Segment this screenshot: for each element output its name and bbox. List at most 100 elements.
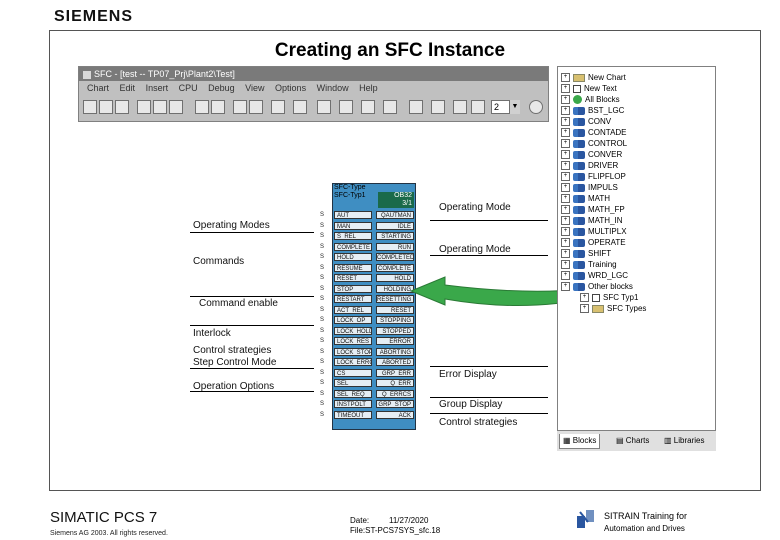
block-output-pin[interactable]: ERROR [376, 337, 414, 345]
arrow-right-icon[interactable] [249, 100, 263, 114]
tree-item[interactable]: + OPERATE [561, 237, 626, 248]
tree-item[interactable]: + BST_LGC [561, 105, 624, 116]
expand-icon[interactable]: + [561, 161, 570, 171]
expand-icon[interactable]: + [561, 194, 570, 204]
expand-icon[interactable]: + [561, 238, 570, 248]
block-input-pin[interactable]: INSTPOLT [334, 400, 372, 408]
block-input-pin[interactable]: LOCK_RES [334, 337, 372, 345]
tab-charts[interactable]: ▤ Charts [613, 434, 652, 448]
cut-icon[interactable] [137, 100, 151, 114]
tree-item[interactable]: + CONTROL [561, 138, 627, 149]
expand-icon[interactable]: + [561, 205, 570, 215]
block-output-pin[interactable]: Q_ERRCS [376, 389, 414, 398]
tree-item[interactable]: + WRD_LGC [561, 270, 628, 281]
menu-edit[interactable]: Edit [120, 83, 136, 93]
block-output-pin[interactable]: Q_ERR [376, 379, 414, 387]
settings-icon[interactable] [361, 100, 375, 114]
monitor-icon[interactable] [317, 100, 331, 114]
block-input-pin[interactable]: HOLD [334, 253, 372, 261]
open-icon[interactable] [99, 100, 113, 114]
block-input-pin[interactable]: COMPLETE [334, 242, 372, 251]
block-input-pin[interactable]: RESET [334, 274, 372, 282]
block-input-pin[interactable]: RESTART [334, 295, 372, 303]
block-input-pin[interactable]: LOCK_OP [334, 316, 372, 324]
grid-icon[interactable] [453, 100, 467, 114]
block-output-pin[interactable]: ACK [376, 410, 414, 419]
menu-chart[interactable]: Chart [87, 83, 109, 93]
overview-icon[interactable] [431, 100, 445, 114]
block-output-pin[interactable]: ABORTING [376, 347, 414, 356]
chevron-down-icon[interactable]: ▼ [509, 100, 520, 114]
tree-item[interactable]: + Other blocks [561, 281, 633, 292]
tree-item[interactable]: + CONVER [561, 149, 622, 160]
table-icon[interactable] [471, 100, 485, 114]
tree-item[interactable]: + IMPULS [561, 182, 618, 193]
tab-blocks[interactable]: ▦ Blocks [559, 434, 601, 449]
insert-icon[interactable] [233, 100, 247, 114]
expand-icon[interactable]: + [561, 128, 570, 138]
zoom-icon[interactable] [529, 100, 543, 114]
tree-item[interactable]: + MATH_IN [561, 215, 623, 226]
block-input-pin[interactable]: CS [334, 368, 372, 377]
block-output-pin[interactable]: GRP_STOP [376, 400, 414, 408]
expand-icon[interactable]: + [580, 293, 589, 303]
block-output-pin[interactable]: GRP_ERR [376, 368, 414, 377]
tree-item[interactable]: + New Text [561, 83, 617, 94]
block-output-pin[interactable]: QAUTMAN [376, 211, 414, 219]
block-input-pin[interactable]: ACT_REL [334, 305, 372, 314]
tree-item[interactable]: + CONTADE [561, 127, 627, 138]
expand-icon[interactable]: + [561, 249, 570, 259]
expand-icon[interactable]: + [561, 216, 570, 226]
expand-icon[interactable] [409, 100, 423, 114]
new-icon[interactable] [83, 100, 97, 114]
expand-icon[interactable]: + [561, 73, 570, 83]
block-input-pin[interactable]: RESUME [334, 263, 372, 272]
block-input-pin[interactable]: S_REL [334, 232, 372, 240]
sheet-icon[interactable] [211, 100, 225, 114]
tree-item[interactable]: + CONV [561, 116, 611, 127]
block-input-pin[interactable]: LOCK_HOLD [334, 326, 372, 335]
expand-icon[interactable]: + [561, 227, 570, 237]
expand-icon[interactable]: + [561, 95, 570, 105]
test-icon[interactable] [339, 100, 353, 114]
tree-item[interactable]: + MATH_FP [561, 204, 625, 215]
tree-item[interactable]: + SFC Typ1 [580, 292, 638, 303]
block-input-pin[interactable]: LOCK_STOP [334, 347, 372, 356]
tree-item[interactable]: + DRIVER [561, 160, 618, 171]
menu-options[interactable]: Options [275, 83, 306, 93]
menu-help[interactable]: Help [359, 83, 378, 93]
block-output-pin[interactable]: ABORTED [376, 358, 414, 366]
block-input-pin[interactable]: AUT [334, 211, 372, 219]
tree-item[interactable]: + SHIFT [561, 248, 611, 259]
expand-icon[interactable]: + [561, 271, 570, 281]
catalog-icon[interactable] [195, 100, 209, 114]
paste-icon[interactable] [169, 100, 183, 114]
menu-cpu[interactable]: CPU [179, 83, 198, 93]
block-output-pin[interactable]: STOPPING [376, 316, 414, 324]
block-input-pin[interactable]: SEL [334, 379, 372, 387]
expand-icon[interactable]: + [561, 84, 570, 94]
copy-icon[interactable] [153, 100, 167, 114]
tree-item[interactable]: + SFC Types [580, 303, 646, 314]
app-icon[interactable] [83, 70, 91, 79]
expand-icon[interactable]: + [561, 106, 570, 116]
expand-icon[interactable]: + [561, 150, 570, 160]
tree-item[interactable]: + Training [561, 259, 617, 270]
block-input-pin[interactable]: MAN [334, 221, 372, 230]
tools-icon[interactable] [383, 100, 397, 114]
menu-view[interactable]: View [245, 83, 264, 93]
tree-item[interactable]: + All Blocks [561, 94, 620, 105]
block-output-pin[interactable]: IDLE [376, 221, 414, 230]
block-output-pin[interactable]: STARTING [376, 232, 414, 240]
tree-item[interactable]: + MATH [561, 193, 610, 204]
compile-icon[interactable] [271, 100, 285, 114]
block-input-pin[interactable]: SEL_REQ [334, 389, 372, 398]
block-input-pin[interactable]: TIMEOUT [334, 410, 372, 419]
block-output-pin[interactable]: STOPPED [376, 326, 414, 335]
tab-libraries[interactable]: ▥ Libraries [661, 434, 707, 448]
expand-icon[interactable]: + [561, 282, 570, 292]
menu-debug[interactable]: Debug [208, 83, 235, 93]
tree-item[interactable]: + FLIPFLOP [561, 171, 626, 182]
expand-icon[interactable]: + [561, 260, 570, 270]
tree-item[interactable]: + MULTIPLX [561, 226, 627, 237]
